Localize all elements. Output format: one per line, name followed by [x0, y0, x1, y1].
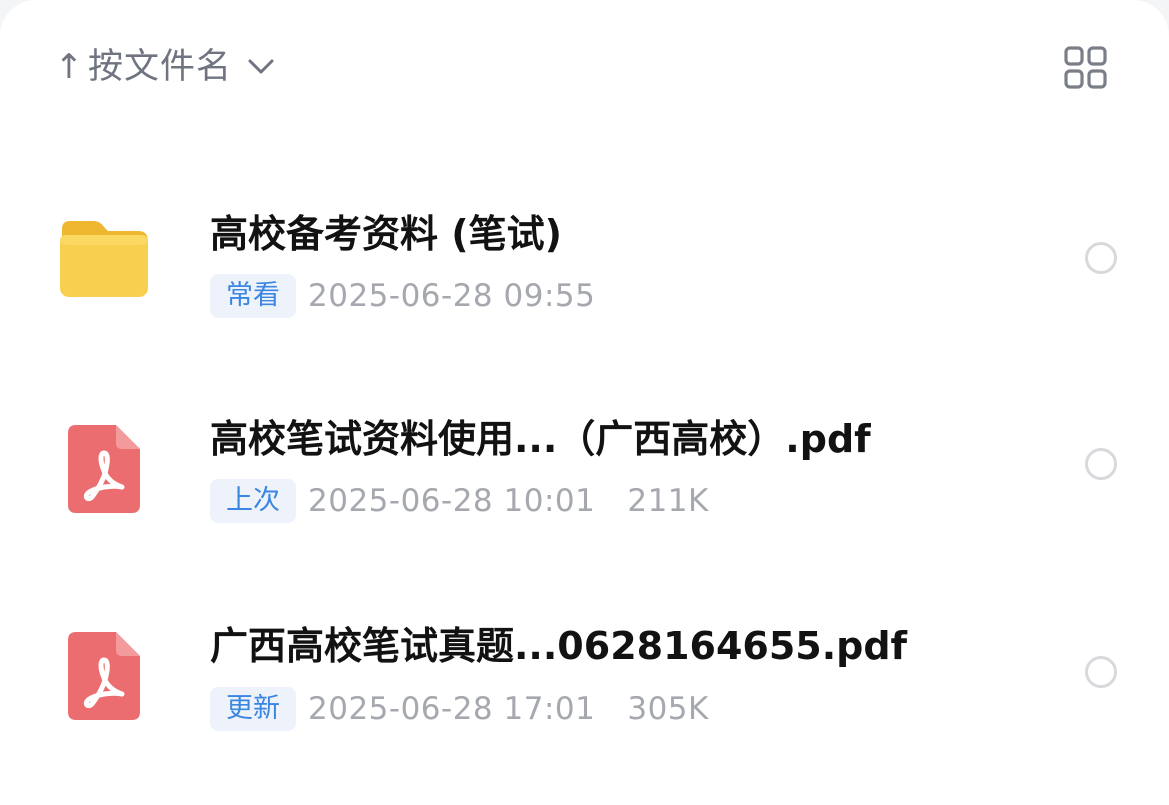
- folder-icon: [56, 209, 152, 305]
- grid-view-icon[interactable]: [1062, 44, 1110, 92]
- file-meta: 上次 2025-06-28 10:01 211K: [210, 479, 709, 523]
- file-row-pdf[interactable]: 高校笔试资料使用...（广西高校）.pdf 上次 2025-06-28 10:0…: [0, 395, 1169, 545]
- file-size: 305K: [627, 691, 709, 727]
- file-meta: 常看 2025-06-28 09:55: [210, 274, 595, 318]
- file-date: 2025-06-28 17:01: [308, 691, 596, 727]
- file-row-folder[interactable]: 高校备考资料 (笔试) 常看 2025-06-28 09:55: [0, 185, 1169, 335]
- status-badge: 更新: [210, 687, 296, 731]
- sort-ascending-icon: ↑: [54, 47, 84, 87]
- select-checkbox[interactable]: [1085, 448, 1117, 480]
- pdf-icon: [56, 628, 152, 724]
- file-name: 广西高校笔试真题...0628164655.pdf: [210, 624, 908, 668]
- chevron-down-icon: [246, 52, 276, 82]
- file-name: 高校笔试资料使用...（广西高校）.pdf: [210, 417, 871, 461]
- file-name: 高校备考资料 (笔试): [210, 212, 562, 256]
- select-checkbox[interactable]: [1085, 242, 1117, 274]
- file-date: 2025-06-28 10:01: [308, 483, 596, 519]
- file-date: 2025-06-28 09:55: [308, 278, 596, 314]
- file-meta: 更新 2025-06-28 17:01 305K: [210, 687, 709, 731]
- pdf-icon: [56, 421, 152, 517]
- status-badge: 常看: [210, 274, 296, 318]
- sort-selector[interactable]: ↑ 按文件名: [54, 44, 276, 90]
- file-size: 211K: [627, 483, 709, 519]
- status-badge: 上次: [210, 479, 296, 523]
- sort-label: 按文件名: [88, 47, 233, 87]
- file-row-pdf[interactable]: 广西高校笔试真题...0628164655.pdf 更新 2025-06-28 …: [0, 603, 1169, 753]
- file-list-panel: ↑ 按文件名 高校备考资料 (笔试) 常看 2025-06-28 09:55 高…: [0, 0, 1169, 805]
- select-checkbox[interactable]: [1085, 656, 1117, 688]
